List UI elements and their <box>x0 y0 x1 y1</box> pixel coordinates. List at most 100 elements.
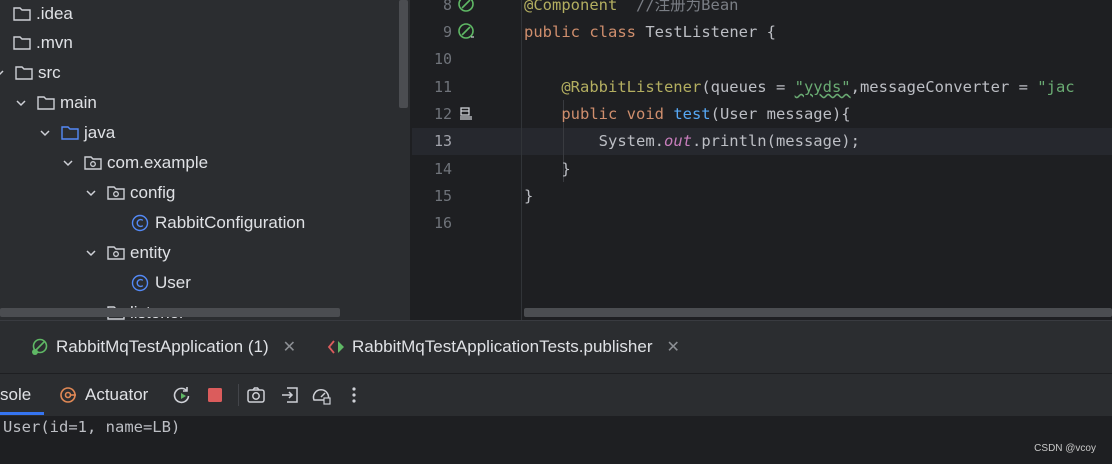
chevron-down-icon[interactable] <box>38 126 52 140</box>
close-icon[interactable]: ✕ <box>283 337 296 357</box>
watermark: CSDN @vcoy <box>1034 443 1096 454</box>
code-editor[interactable] <box>412 0 1112 320</box>
dashboard-icon[interactable] <box>311 385 331 405</box>
tree-item-rabbitconfiguration[interactable]: RabbitConfiguration <box>131 208 305 238</box>
chevron-down-icon[interactable] <box>14 96 28 110</box>
comment-token: //注册为Bean <box>617 0 739 14</box>
code-line-15: } <box>524 187 534 205</box>
keyword-token: public class <box>524 23 646 41</box>
folder-icon <box>14 64 34 82</box>
listener-gutter-icon[interactable] <box>457 105 475 123</box>
package-icon <box>106 244 126 262</box>
tree-item-label: entity <box>130 243 171 262</box>
tree-item-label: com.example <box>107 153 209 172</box>
gutter-separator <box>521 0 522 320</box>
console-tab[interactable]: sole <box>0 374 31 416</box>
run-tab-label: RabbitMqTestApplicationTests.publisher <box>352 337 653 356</box>
line-number: 11 <box>433 78 452 96</box>
more-icon[interactable] <box>344 385 364 405</box>
code-line-14: } <box>524 160 571 178</box>
run-toolbar: sole Actuator <box>0 373 1112 416</box>
toolbar-separator <box>238 384 239 406</box>
code-line-8: @Component //注册为Bean <box>524 0 738 19</box>
line-number: 9 <box>442 23 452 41</box>
annotation-token: @RabbitListener <box>524 78 702 96</box>
tree-item-label: main <box>60 93 97 112</box>
static-field-token: out <box>663 132 692 150</box>
tree-item-label: RabbitConfiguration <box>155 213 306 232</box>
console-line: User(id=1, name=LB) <box>3 418 181 436</box>
run-tabs-bar: RabbitMqTestApplication (1) ✕ RabbitMqTe… <box>0 321 1112 373</box>
line-number-current: 13 <box>433 132 452 150</box>
line-number: 12 <box>433 105 452 123</box>
tree-item-label: java <box>84 123 116 142</box>
stop-icon[interactable] <box>205 385 225 405</box>
tree-item-label: src <box>38 63 61 82</box>
line-number: 8 <box>442 0 452 14</box>
tree-item-entity[interactable]: entity <box>84 238 171 268</box>
tree-item-user[interactable]: User <box>131 268 191 298</box>
spring-run-icon <box>30 337 52 357</box>
line-number: 16 <box>433 214 452 232</box>
tree-item-label: .idea <box>36 4 73 23</box>
code-line-13: System.out.println(message); <box>524 128 860 155</box>
tree-item-config[interactable]: config <box>84 178 175 208</box>
string-token: "jac <box>1037 78 1075 96</box>
spring-bean-gutter-icon[interactable] <box>457 22 475 40</box>
code-token: ,messageConverter = <box>850 78 1038 96</box>
class-icon <box>131 274 151 292</box>
keyword-token: public void <box>524 105 674 123</box>
chevron-down-icon[interactable] <box>0 66 6 80</box>
method-token: test <box>673 105 711 123</box>
tree-item-java[interactable]: java <box>38 118 115 148</box>
package-icon <box>83 154 103 172</box>
project-vertical-scrollbar[interactable] <box>399 0 408 108</box>
code-line-12: public void test(User message){ <box>524 101 851 128</box>
code-token: (queues = <box>701 78 795 96</box>
tree-item-label: User <box>155 273 191 292</box>
project-tree-panel: .idea .mvn src main java com.example con… <box>0 0 410 320</box>
close-icon[interactable]: ✕ <box>667 337 680 357</box>
class-icon <box>131 214 151 232</box>
folder-icon <box>12 5 32 23</box>
class-name-token: TestListener { <box>645 23 776 41</box>
tree-item-src[interactable]: src <box>0 58 61 88</box>
actuator-icon[interactable] <box>58 385 78 405</box>
camera-icon[interactable] <box>246 385 266 405</box>
editor-horizontal-scrollbar[interactable] <box>524 308 1112 317</box>
console-output-area[interactable]: User(id=1, name=LB) <box>0 416 1112 464</box>
folder-icon <box>36 94 56 112</box>
run-tab-label: RabbitMqTestApplication (1) <box>56 337 269 356</box>
tree-item-label: config <box>130 183 176 202</box>
chevron-down-icon[interactable] <box>84 186 98 200</box>
chevron-down-icon[interactable] <box>61 156 75 170</box>
tree-item-com-example[interactable]: com.example <box>61 148 208 178</box>
line-number: 14 <box>433 160 452 178</box>
exit-icon[interactable] <box>280 385 300 405</box>
line-number: 15 <box>433 187 452 205</box>
code-token: System. <box>524 132 664 150</box>
tree-item-idea[interactable]: .idea <box>0 0 73 29</box>
code-line-11: @RabbitListener(queues = "yyds",messageC… <box>524 74 1075 101</box>
code-token: (User message){ <box>710 105 851 123</box>
tree-item-label: .mvn <box>36 33 73 52</box>
code-line-9: public class TestListener { <box>524 19 776 46</box>
tree-item-main[interactable]: main <box>14 88 97 118</box>
chevron-down-icon[interactable] <box>84 246 98 260</box>
test-run-icon <box>326 337 348 357</box>
console-tab-indicator <box>0 412 44 415</box>
code-token: .println(message); <box>691 132 860 150</box>
run-tab-application[interactable]: RabbitMqTestApplication (1) ✕ <box>30 321 296 373</box>
run-tab-tests[interactable]: RabbitMqTestApplicationTests.publisher ✕ <box>326 321 680 373</box>
rerun-icon[interactable] <box>172 385 192 405</box>
folder-icon <box>12 34 32 52</box>
actuator-tab[interactable]: Actuator <box>85 374 148 416</box>
annotation-token: @Component <box>524 0 618 14</box>
source-folder-icon <box>60 124 80 142</box>
string-token: "yyds" <box>794 78 851 96</box>
project-horizontal-scrollbar[interactable] <box>0 308 340 317</box>
spring-bean-gutter-icon[interactable] <box>457 0 475 13</box>
package-icon <box>106 184 126 202</box>
line-number: 10 <box>433 50 452 68</box>
tree-item-mvn[interactable]: .mvn <box>0 28 73 58</box>
